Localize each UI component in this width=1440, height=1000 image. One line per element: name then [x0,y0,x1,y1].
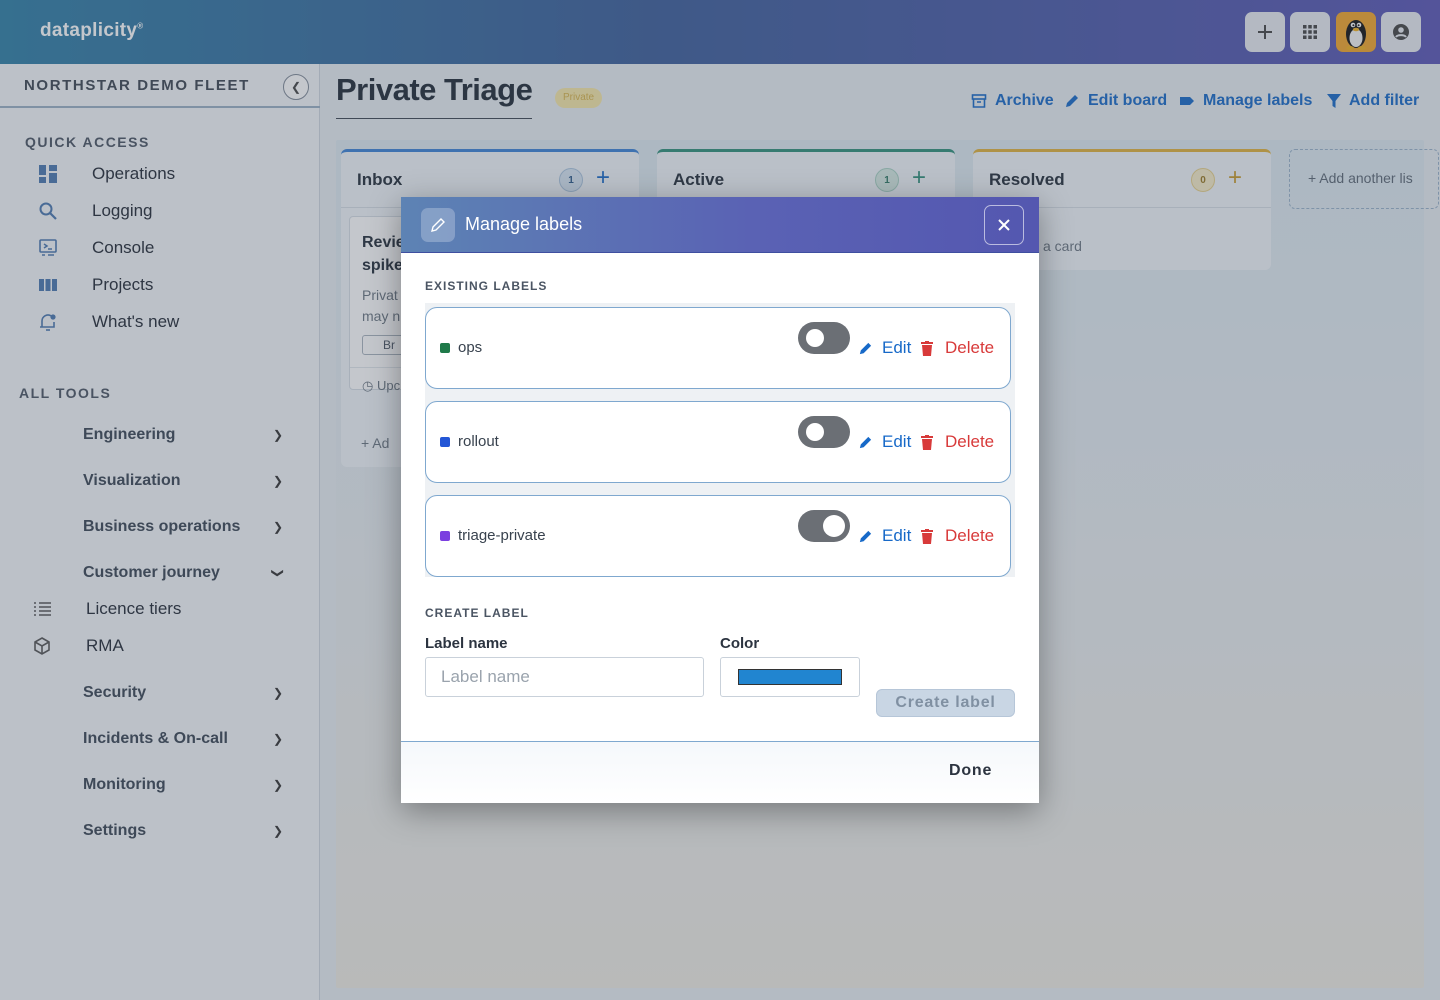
trash-icon [921,434,933,450]
delete-label-button[interactable]: Delete [921,526,994,546]
color-picker[interactable] [720,657,860,697]
dialog-header: Manage labels [401,197,1039,253]
create-label-title: CREATE LABEL [425,606,529,620]
label-row: rollout Edit Delete [425,401,1011,483]
label-row: triage-private Edit Delete [425,495,1011,577]
label-toggle[interactable] [798,510,850,542]
delete-label-button[interactable]: Delete [921,432,994,452]
label-name: triage-private [458,527,546,544]
dialog-footer: Done [401,741,1039,803]
dialog-title: Manage labels [465,214,583,234]
label-row: ops Edit Delete [425,307,1011,389]
close-icon [998,219,1010,231]
label-color-swatch [440,531,450,541]
pencil-icon [421,208,455,242]
create-label-button[interactable]: Create label [876,689,1015,717]
label-toggle[interactable] [798,322,850,354]
label-name-input[interactable] [425,657,704,697]
label-name-caption: Label name [425,635,508,652]
close-button[interactable] [984,205,1024,245]
label-name: ops [458,339,483,356]
manage-labels-dialog: Manage labels EXISTING LABELS ops Edit D… [401,197,1039,803]
pencil-icon [859,436,872,448]
delete-label-button[interactable]: Delete [921,338,994,358]
trash-icon [921,340,933,356]
color-caption: Color [720,635,760,652]
pencil-icon [859,530,872,542]
label-toggle[interactable] [798,416,850,448]
existing-labels-title: EXISTING LABELS [425,279,548,293]
edit-label-button[interactable]: Edit [858,526,911,546]
edit-label-button[interactable]: Edit [858,338,911,358]
label-color-swatch [440,343,450,353]
label-color-swatch [440,437,450,447]
done-button[interactable]: Done [949,762,992,780]
pencil-icon [859,342,872,354]
color-value-swatch [738,669,842,685]
trash-icon [921,528,933,544]
label-name: rollout [458,433,499,450]
edit-label-button[interactable]: Edit [858,432,911,452]
